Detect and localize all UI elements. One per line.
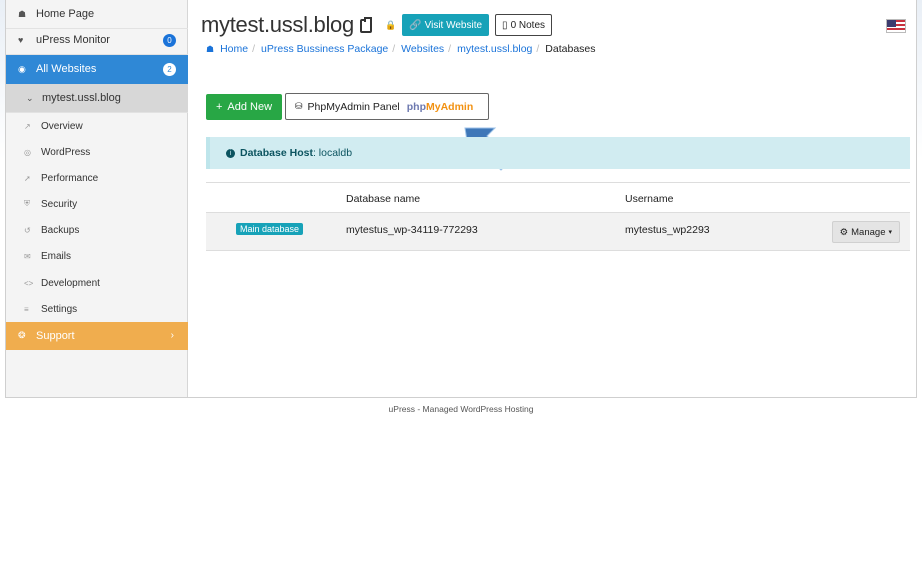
breadcrumb-separator: /: [448, 43, 452, 55]
clipboard-icon[interactable]: [359, 17, 372, 33]
sidebar-item-label: Backups: [41, 224, 80, 236]
sidebar-item-label: Settings: [41, 303, 78, 315]
sidebar-item-label: Support: [36, 329, 75, 342]
add-new-label: Add New: [227, 101, 273, 113]
breadcrumb-separator: /: [536, 43, 540, 55]
sidebar-item-label: Security: [41, 198, 78, 210]
home-icon: ☗: [206, 43, 215, 54]
notes-label: 0 Notes: [510, 19, 546, 31]
breadcrumb-separator: /: [252, 43, 256, 55]
database-icon: ⛁: [295, 101, 303, 111]
breadcrumb-current: Databases: [545, 43, 596, 55]
phpmyadmin-button[interactable]: ⛁ PhpMyAdmin Panel phpMyAdmin: [285, 93, 489, 120]
notes-button[interactable]: ▯ 0 Notes: [495, 14, 553, 36]
breadcrumb: ☗ Home / uPress Bussiness Package / Webs…: [206, 43, 596, 55]
sidebar-item-monitor[interactable]: ♥ uPress Monitor 0: [6, 26, 188, 55]
sidebar-item-label: Home Page: [36, 8, 95, 20]
breadcrumb-home[interactable]: Home: [220, 43, 248, 55]
column-header-database-name: Database name: [346, 193, 421, 205]
lifebuoy-icon: ❂: [18, 330, 26, 340]
history-icon: ↺: [24, 225, 31, 235]
plus-icon: +: [215, 101, 223, 113]
sidebar: ☗ Home Page ♥ uPress Monitor 0 ◉ All Web…: [6, 0, 188, 397]
globe-icon: ◉: [18, 63, 26, 74]
footer-text: uPress - Managed WordPress Hosting: [388, 404, 534, 414]
page-title: mytest.ussl.blog: [201, 12, 354, 37]
sidebar-item-wordpress[interactable]: ◎ WordPress: [6, 139, 188, 165]
sidebar-item-label: uPress Monitor: [36, 34, 110, 46]
sliders-icon: ≡: [24, 304, 29, 314]
manage-label: Manage: [851, 226, 886, 238]
sidebar-item-all-websites[interactable]: ◉ All Websites 2: [6, 55, 188, 84]
sidebar-item-home[interactable]: ☗ Home Page: [6, 0, 188, 29]
logo-php: php: [406, 100, 427, 113]
sidebar-item-label: WordPress: [41, 146, 91, 158]
sidebar-item-security[interactable]: ⛨ Security: [6, 191, 188, 217]
column-header-username: Username: [625, 193, 674, 205]
lock-icon: 🔒: [384, 19, 397, 30]
title-row: mytest.ussl.blog 🔒 🔗 Visit Website ▯ 0 N…: [201, 12, 553, 38]
sidebar-item-label: Performance: [41, 172, 99, 184]
sidebar-item-overview[interactable]: ↗ Overview: [6, 113, 188, 139]
chart-icon: ↗: [24, 121, 31, 131]
sidebar-item-label: Overview: [41, 120, 83, 132]
breadcrumb-package[interactable]: uPress Bussiness Package: [261, 43, 388, 55]
phpmyadmin-logo: phpMyAdmin: [407, 101, 474, 113]
database-name-cell: mytestus_wp-34119-772293: [346, 224, 478, 236]
manage-dropdown-button[interactable]: ⚙ Manage ▾: [831, 221, 900, 243]
comment-icon: ▯: [502, 19, 508, 31]
table-header: Database name Username: [206, 182, 910, 213]
link-icon: 🔗: [409, 19, 422, 31]
home-icon: ☗: [18, 8, 27, 19]
visit-website-button[interactable]: 🔗 Visit Website: [402, 14, 490, 36]
envelope-icon: ✉: [24, 251, 31, 261]
breadcrumb-websites[interactable]: Websites: [401, 43, 444, 55]
sidebar-item-site[interactable]: ⌄ mytest.ussl.blog: [6, 84, 188, 113]
info-icon: i: [226, 148, 235, 158]
main-database-badge: Main database: [236, 223, 304, 235]
sidebar-item-emails[interactable]: ✉ Emails: [6, 243, 188, 269]
logo-myadmin: MyAdmin: [426, 100, 474, 113]
table-row: Main database mytestus_wp-34119-772293 m…: [206, 213, 910, 251]
sidebar-item-label: Emails: [41, 250, 72, 262]
shield-icon: ⛨: [24, 199, 30, 208]
code-icon: <>: [24, 278, 34, 288]
websites-count-badge: 2: [163, 63, 176, 76]
alert-value: : localdb: [312, 147, 353, 159]
visit-website-label: Visit Website: [424, 19, 483, 31]
databases-table: Database name Username Main database myt…: [206, 182, 910, 251]
us-flag-icon[interactable]: [886, 19, 906, 33]
rocket-icon: ➚: [24, 173, 31, 183]
sidebar-item-label: mytest.ussl.blog: [42, 92, 121, 104]
gear-icon: ⚙: [839, 226, 849, 238]
breadcrumb-separator: /: [392, 43, 396, 55]
phpmyadmin-label: PhpMyAdmin Panel: [307, 100, 400, 113]
alert-label: Database Host: [240, 147, 313, 159]
sidebar-item-label: All Websites: [36, 63, 97, 75]
chevron-right-icon: ›: [170, 330, 174, 341]
sidebar-item-development[interactable]: <> Development: [6, 270, 188, 296]
add-new-button[interactable]: + Add New: [206, 94, 282, 120]
sidebar-item-support[interactable]: ❂ Support ›: [6, 322, 188, 350]
sidebar-item-label: Development: [41, 277, 100, 289]
database-host-alert: i Database Host : localdb: [206, 137, 910, 169]
main-content: mytest.ussl.blog 🔒 🔗 Visit Website ▯ 0 N…: [201, 0, 911, 397]
caret-down-icon: ▾: [888, 229, 892, 236]
monitor-count-badge: 0: [163, 34, 176, 47]
sidebar-item-backups[interactable]: ↺ Backups: [6, 217, 188, 243]
chevron-down-icon: ⌄: [26, 92, 34, 103]
sidebar-item-performance[interactable]: ➚ Performance: [6, 165, 188, 191]
heartbeat-icon: ♥: [18, 35, 24, 45]
wordpress-icon: ◎: [24, 147, 31, 157]
breadcrumb-site[interactable]: mytest.ussl.blog: [457, 43, 532, 55]
username-cell: mytestus_wp2293: [625, 224, 710, 236]
app-frame: ☗ Home Page ♥ uPress Monitor 0 ◉ All Web…: [5, 0, 917, 398]
sidebar-item-settings[interactable]: ≡ Settings: [6, 296, 188, 322]
